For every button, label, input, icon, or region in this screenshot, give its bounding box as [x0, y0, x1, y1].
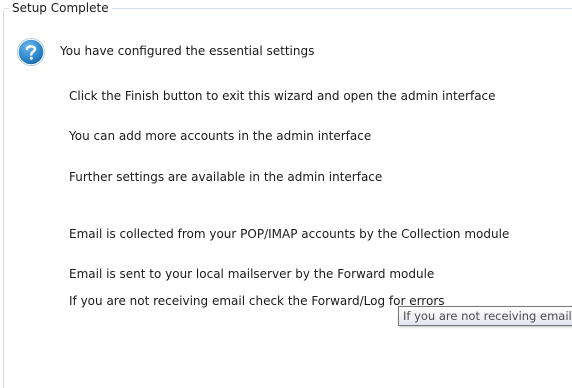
- configured-message: You have configured the essential settin…: [60, 44, 315, 58]
- settings-info: Further settings are available in the ad…: [69, 170, 383, 184]
- groupbox-title: Setup Complete: [9, 0, 112, 16]
- errors-info: If you are not receiving email check the…: [69, 294, 445, 308]
- finish-instruction: Click the Finish button to exit this wiz…: [69, 89, 496, 103]
- question-icon: [17, 38, 45, 66]
- forward-info: Email is sent to your local mailserver b…: [69, 267, 435, 281]
- setup-complete-groupbox: [3, 8, 572, 388]
- collection-info: Email is collected from your POP/IMAP ac…: [69, 227, 510, 241]
- tooltip: If you are not receiving email check the…: [398, 306, 572, 326]
- accounts-info: You can add more accounts in the admin i…: [69, 129, 372, 143]
